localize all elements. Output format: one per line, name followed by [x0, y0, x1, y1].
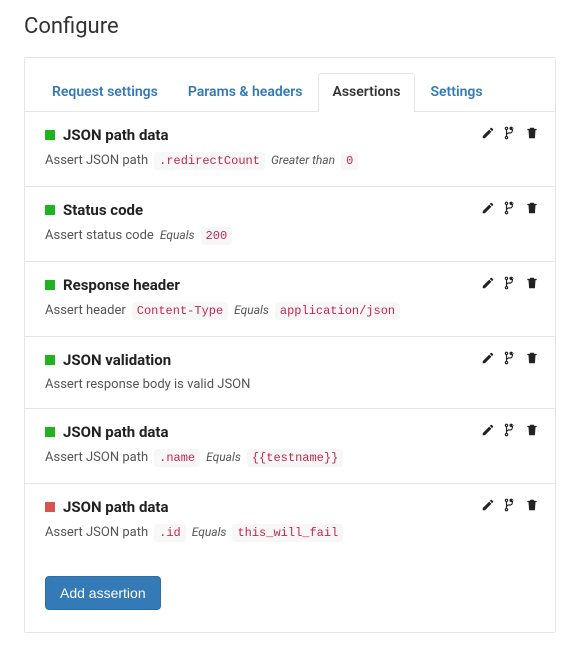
comparator-text: Equals — [192, 525, 227, 539]
code-value: 0 — [341, 152, 358, 170]
status-ok-indicator — [45, 355, 55, 365]
assertion-title: JSON path data — [63, 423, 169, 441]
code-value: 200 — [201, 227, 233, 245]
assertion-item: Status code Assert status code Equals 200 — [25, 187, 555, 262]
status-ok-indicator — [45, 130, 55, 140]
assertion-description: Assert JSON path .redirectCount Greater th… — [45, 152, 539, 170]
comparator-text: Greater than — [271, 153, 335, 167]
assertion-lead-text: Assert response body is valid JSON — [45, 377, 250, 392]
assertion-actions — [481, 276, 539, 294]
status-fail-indicator — [45, 502, 55, 512]
assertion-lead-text: Assert status code — [45, 228, 154, 243]
assertion-lead-text: Assert JSON path — [45, 153, 148, 168]
delete-icon[interactable] — [525, 201, 539, 219]
tab-assertions[interactable]: Assertions — [318, 73, 416, 112]
assertion-item: JSON path data Assert JSON path .name Equal… — [25, 409, 555, 484]
branch-icon[interactable] — [503, 498, 517, 516]
assertion-title: Status code — [63, 201, 143, 219]
delete-icon[interactable] — [525, 498, 539, 516]
assertion-title: JSON validation — [63, 351, 171, 369]
edit-icon[interactable] — [481, 351, 495, 369]
assertion-lead-text: Assert header — [45, 303, 126, 318]
status-ok-indicator — [45, 280, 55, 290]
code-value: {{testname}} — [247, 449, 343, 467]
branch-icon[interactable] — [503, 126, 517, 144]
code-value: .name — [154, 449, 200, 467]
branch-icon[interactable] — [503, 276, 517, 294]
assertion-description: Assert response body is valid JSON — [45, 377, 539, 392]
assertion-item: JSON validation Assert response body is v… — [25, 337, 555, 409]
assertion-lead-text: Assert JSON path — [45, 450, 148, 465]
assertion-item: JSON path data Assert JSON path .redirectC… — [25, 112, 555, 187]
edit-icon[interactable] — [481, 498, 495, 516]
code-value: application/json — [275, 302, 400, 320]
code-value: Content-Type — [132, 302, 228, 320]
edit-icon[interactable] — [481, 201, 495, 219]
branch-icon[interactable] — [503, 201, 517, 219]
assertion-actions — [481, 126, 539, 144]
assertion-description: Assert header Content-Type Equals applicati… — [45, 302, 539, 320]
tab-params-headers[interactable]: Params & headers — [173, 73, 318, 112]
assertion-list: JSON path data Assert JSON path .redirectC… — [25, 112, 555, 558]
code-value: .redirectCount — [154, 152, 265, 170]
assertion-description: Assert JSON path .name Equals {{testname}} — [45, 449, 539, 467]
assertion-title: JSON path data — [63, 498, 169, 516]
assertion-actions — [481, 423, 539, 441]
tabs-bar: Request settingsParams & headersAssertio… — [25, 58, 555, 112]
delete-icon[interactable] — [525, 423, 539, 441]
status-ok-indicator — [45, 205, 55, 215]
add-assertion-button[interactable]: Add assertion — [45, 576, 161, 610]
comparator-text: Equals — [160, 228, 195, 242]
branch-icon[interactable] — [503, 351, 517, 369]
assertion-actions — [481, 351, 539, 369]
assertion-title: Response header — [63, 276, 180, 294]
assertion-actions — [481, 498, 539, 516]
tab-request-settings[interactable]: Request settings — [37, 73, 173, 112]
edit-icon[interactable] — [481, 276, 495, 294]
edit-icon[interactable] — [481, 126, 495, 144]
assertion-actions — [481, 201, 539, 219]
tab-settings[interactable]: Settings — [415, 73, 497, 112]
assertion-title: JSON path data — [63, 126, 169, 144]
assertion-item: Response header Assert header Content-Type… — [25, 262, 555, 337]
code-value: this_will_fail — [232, 524, 343, 542]
code-value: .id — [154, 524, 186, 542]
assertion-lead-text: Assert JSON path — [45, 525, 148, 540]
branch-icon[interactable] — [503, 423, 517, 441]
delete-icon[interactable] — [525, 276, 539, 294]
comparator-text: Equals — [206, 450, 241, 464]
delete-icon[interactable] — [525, 351, 539, 369]
status-ok-indicator — [45, 427, 55, 437]
page-title: Configure — [24, 14, 556, 39]
config-panel: Request settingsParams & headersAssertio… — [24, 57, 556, 633]
assertion-item: JSON path data Assert JSON path .id Equalst… — [25, 484, 555, 558]
edit-icon[interactable] — [481, 423, 495, 441]
assertion-description: Assert status code Equals 200 — [45, 227, 539, 245]
assertion-description: Assert JSON path .id Equals this_will_fail — [45, 524, 539, 542]
comparator-text: Equals — [234, 303, 269, 317]
delete-icon[interactable] — [525, 126, 539, 144]
